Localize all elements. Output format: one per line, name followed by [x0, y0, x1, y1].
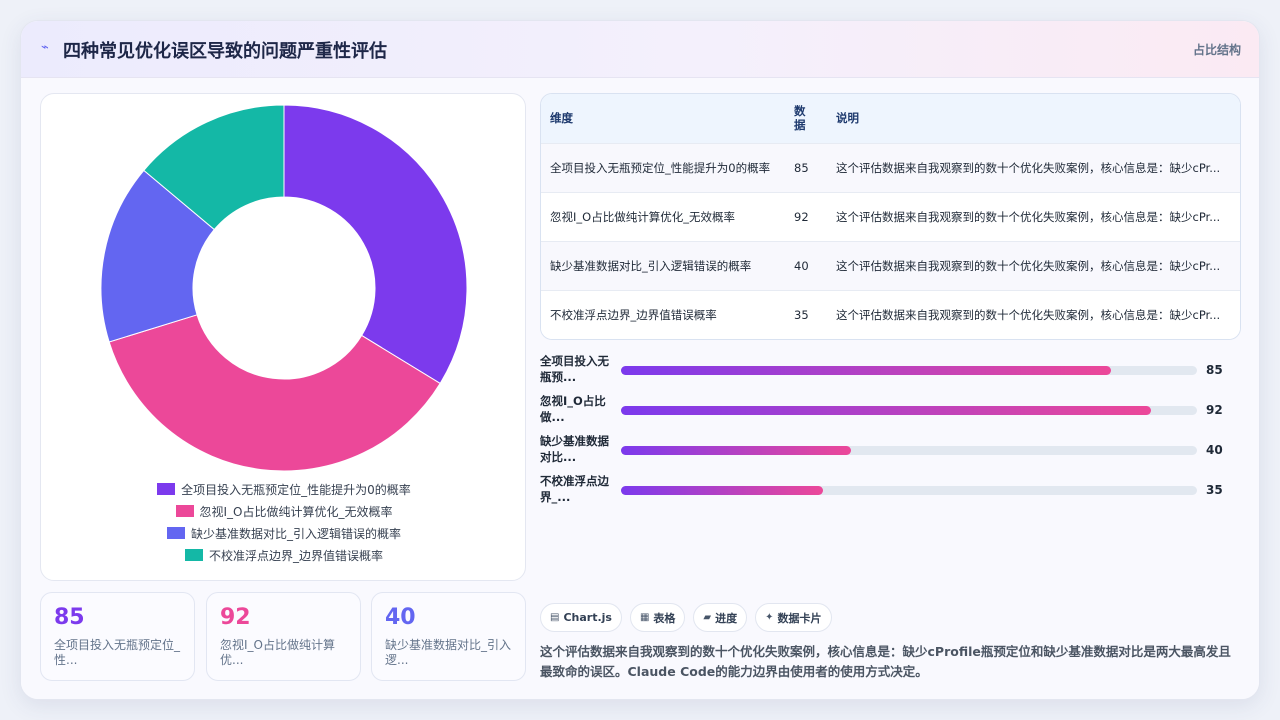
donut-chart-panel: 全项目投入无瓶预定位_性能提升为0的概率 忽视I_O占比做纯计算优化_无效概率 缺少… — [40, 93, 526, 581]
progress-track — [621, 366, 1197, 375]
legend-item[interactable]: 忽视I_O占比做纯计算优化_无效概率 — [41, 500, 527, 522]
chip-progress[interactable]: ▰ 进度 — [693, 603, 748, 632]
progress-row: 忽视I_O占比做... 92 — [540, 393, 1241, 427]
legend-label: 全项目投入无瓶预定位_性能提升为0的概率 — [181, 482, 411, 497]
progress-fill — [621, 406, 1151, 415]
stat-card: 92 忽视I_O占比做纯计算优... — [206, 592, 361, 681]
stat-value: 40 — [385, 605, 416, 630]
cell-description-text: 这个评估数据来自我观察到的数十个优化失败案例，核心信息是：缺少cPr... — [836, 209, 1221, 224]
stat-label: 忽视I_O占比做纯计算优... — [220, 638, 335, 667]
chart-type-tag: 占比结构 — [1192, 43, 1241, 57]
legend-swatch — [157, 483, 176, 495]
sparkle-icon: ✦ — [765, 612, 774, 623]
legend-swatch — [166, 527, 185, 539]
cell-description-text: 这个评估数据来自我观察到的数十个优化失败案例，核心信息是：缺少cPr... — [836, 160, 1221, 175]
progress-label: 全项目投入无瓶预... — [540, 354, 609, 384]
stat-label: 缺少基准数据对比_引入逻... — [385, 638, 512, 667]
cell-description: 这个评估数据来自我观察到的数十个优化失败案例，核心信息是：缺少cPr... — [827, 192, 1240, 241]
legend-item[interactable]: 不校准浮点边界_边界值错误概率 — [41, 544, 527, 566]
progress-track — [621, 406, 1197, 415]
chart-icon: ▤ — [550, 612, 560, 623]
cell-dimension-text: 忽视I_O占比做纯计算优化_无效概率 — [550, 209, 735, 224]
card-header: ⌁ 四种常见优化误区导致的问题严重性评估 占比结构 — [21, 21, 1259, 78]
cell-dimension: 忽视I_O占比做纯计算优化_无效概率 — [541, 192, 785, 241]
cell-value: 35 — [794, 307, 809, 322]
cell-dimension-text: 不校准浮点边界_边界值错误概率 — [550, 307, 717, 322]
progress-fill — [621, 486, 823, 495]
legend-item[interactable]: 缺少基准数据对比_引入逻辑错误的概率 — [41, 522, 527, 544]
chip-label: 进度 — [715, 611, 738, 625]
chip-chartjs[interactable]: ▤ Chart.js — [540, 603, 622, 632]
column-header-description: 说明 — [836, 111, 859, 126]
cell-dimension-text: 缺少基准数据对比_引入逻辑错误的概率 — [550, 258, 752, 273]
legend-label: 忽视I_O占比做纯计算优化_无效概率 — [199, 504, 393, 519]
cell-value: 85 — [794, 160, 809, 175]
table-icon: ▦ — [639, 612, 650, 623]
legend-label: 缺少基准数据对比_引入逻辑错误的概率 — [190, 526, 401, 541]
progress-label: 忽视I_O占比做... — [540, 394, 606, 424]
chip-table[interactable]: ▦ 表格 — [629, 603, 686, 632]
progress-value: 92 — [1206, 403, 1223, 417]
column-header-dimension: 维度 — [550, 111, 573, 126]
chip-label: Chart.js — [563, 611, 612, 624]
legend-label: 不校准浮点边界_边界值错误概率 — [208, 548, 383, 563]
table-row: 忽视I_O占比做纯计算优化_无效概率 92 这个评估数据来自我观察到的数十个优化… — [541, 192, 1240, 241]
legend-swatch — [175, 505, 194, 517]
stat-card: 85 全项目投入无瓶预定位_性... — [40, 592, 195, 681]
progress-track — [621, 486, 1197, 495]
progress-row: 不校准浮点边界_... 35 — [540, 473, 1241, 507]
cell-dimension: 缺少基准数据对比_引入逻辑错误的概率 — [541, 241, 785, 290]
cell-description-text: 这个评估数据来自我观察到的数十个优化失败案例，核心信息是：缺少cPr... — [836, 258, 1221, 273]
data-table: 维度 数据 说明 全项目投入无瓶预定位_性能提升为0的概率 85 这个评估数据来… — [540, 93, 1241, 340]
column-header-data: 数据 — [794, 104, 806, 133]
legend-item[interactable]: 全项目投入无瓶预定位_性能提升为0的概率 — [41, 478, 527, 500]
progress-value: 40 — [1206, 443, 1223, 457]
table-row: 不校准浮点边界_边界值错误概率 35 这个评估数据来自我观察到的数十个优化失败案… — [541, 290, 1240, 339]
stat-label: 全项目投入无瓶预定位_性... — [54, 638, 181, 667]
progress-icon: ▰ — [703, 612, 712, 623]
chip-label: 表格 — [653, 611, 676, 625]
cell-description: 这个评估数据来自我观察到的数十个优化失败案例，核心信息是：缺少cPr... — [827, 241, 1240, 290]
feature-chips: ▤ Chart.js ▦ 表格 ▰ 进度 ✦ 数据卡片 — [540, 603, 840, 633]
progress-fill — [621, 366, 1111, 375]
cell-dimension: 全项目投入无瓶预定位_性能提升为0的概率 — [541, 143, 785, 192]
progress-label: 缺少基准数据对比... — [540, 434, 609, 464]
cell-value: 40 — [794, 258, 809, 273]
cell-value: 92 — [794, 209, 809, 224]
chart-legend: 全项目投入无瓶预定位_性能提升为0的概率 忽视I_O占比做纯计算优化_无效概率 缺少… — [41, 478, 527, 566]
table-row: 缺少基准数据对比_引入逻辑错误的概率 40 这个评估数据来自我观察到的数十个优化… — [541, 241, 1240, 290]
legend-swatch — [184, 549, 203, 561]
progress-row: 缺少基准数据对比... 40 — [540, 433, 1241, 467]
report-card: ⌁ 四种常见优化误区导致的问题严重性评估 占比结构 全项目投入无瓶预定位_性能提… — [20, 20, 1260, 700]
cell-description-text: 这个评估数据来自我观察到的数十个优化失败案例，核心信息是：缺少cPr... — [836, 307, 1221, 322]
progress-row: 全项目投入无瓶预... 85 — [540, 353, 1241, 387]
chip-data-card[interactable]: ✦ 数据卡片 — [755, 603, 832, 632]
donut-chart — [100, 104, 468, 472]
progress-label: 不校准浮点边界_... — [540, 474, 609, 504]
progress-value: 85 — [1206, 363, 1223, 377]
progress-fill — [621, 446, 852, 455]
page-title: 四种常见优化误区导致的问题严重性评估 — [63, 41, 387, 62]
chart-line-icon: ⌁ — [41, 40, 49, 55]
table-row: 全项目投入无瓶预定位_性能提升为0的概率 85 这个评估数据来自我观察到的数十个… — [541, 143, 1240, 192]
cell-dimension: 不校准浮点边界_边界值错误概率 — [541, 290, 785, 339]
cell-dimension-text: 全项目投入无瓶预定位_性能提升为0的概率 — [550, 160, 771, 175]
stat-value: 92 — [220, 605, 251, 630]
donut-slice[interactable] — [283, 104, 468, 385]
cell-description: 这个评估数据来自我观察到的数十个优化失败案例，核心信息是：缺少cPr... — [827, 290, 1240, 339]
chip-label: 数据卡片 — [777, 611, 822, 625]
table-header-row: 维度 数据 说明 — [541, 94, 1240, 143]
stat-card: 40 缺少基准数据对比_引入逻... — [371, 592, 526, 681]
progress-value: 35 — [1206, 483, 1223, 497]
progress-track — [621, 446, 1197, 455]
stat-value: 85 — [54, 605, 85, 630]
cell-description: 这个评估数据来自我观察到的数十个优化失败案例，核心信息是：缺少cPr... — [827, 143, 1240, 192]
summary-text: 这个评估数据来自我观察到的数十个优化失败案例，核心信息是：缺少cProfile瓶… — [540, 644, 1231, 679]
